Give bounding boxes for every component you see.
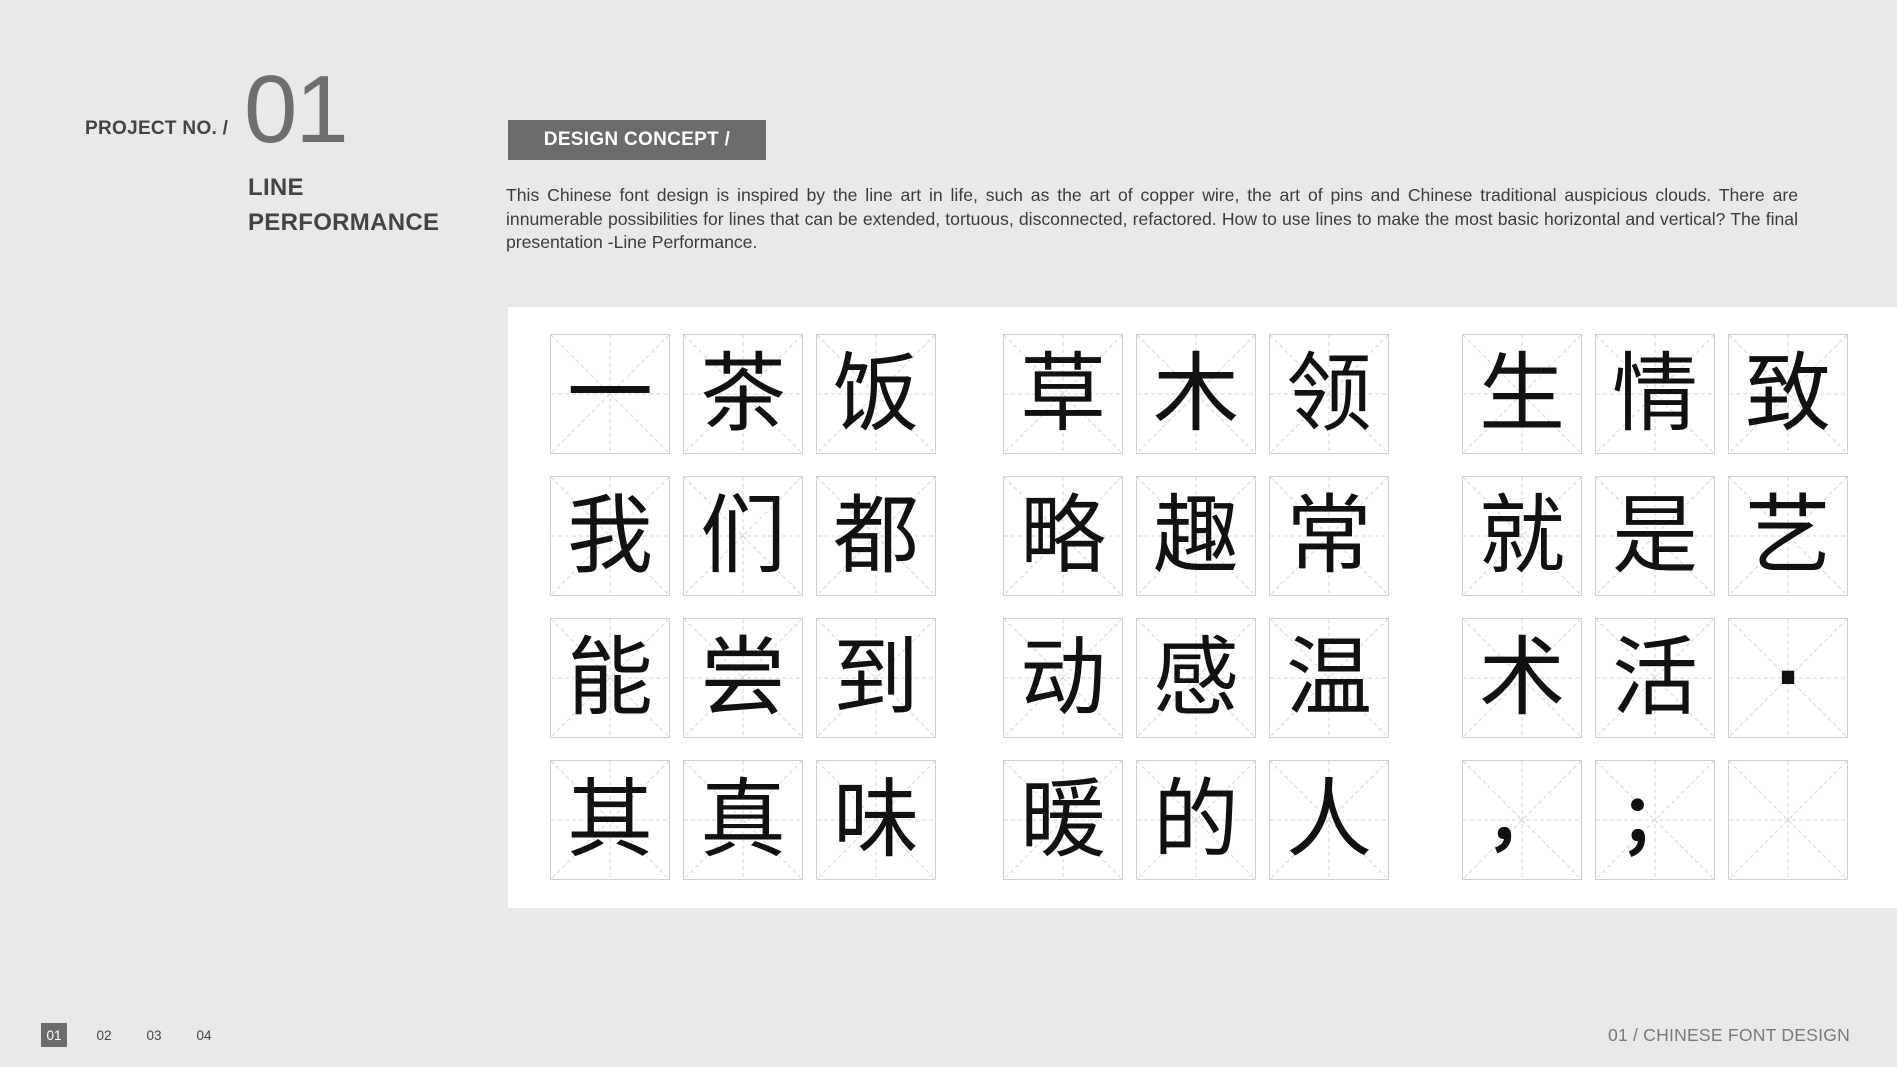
- glyph-character: 略: [1020, 486, 1106, 586]
- glyph-cell: ；: [1595, 760, 1715, 880]
- glyph-cell: 其: [550, 760, 670, 880]
- page-link-01[interactable]: 01: [41, 1023, 67, 1047]
- glyph-cell: 一: [550, 334, 670, 454]
- page-link-04[interactable]: 04: [191, 1023, 217, 1047]
- glyph-character: 饭: [833, 344, 919, 444]
- glyph-cell: 我: [550, 476, 670, 596]
- glyph-cell: 木: [1136, 334, 1256, 454]
- glyph-character: 木: [1153, 344, 1239, 444]
- glyph-character: 尝: [700, 628, 786, 728]
- glyph-cell: ，: [1462, 760, 1582, 880]
- pager: 01 02 03 04: [41, 1023, 241, 1047]
- glyph-character: 动: [1020, 628, 1106, 728]
- glyph-character: 是: [1612, 486, 1698, 586]
- glyph-character: 艺: [1745, 486, 1831, 586]
- project-title: LINE PERFORMANCE: [248, 170, 439, 240]
- glyph-cell: 温: [1269, 618, 1389, 738]
- glyph-character: 领: [1286, 344, 1372, 444]
- project-title-line1: LINE: [248, 174, 304, 201]
- glyph-character: 都: [833, 486, 919, 586]
- glyph-cell: 是: [1595, 476, 1715, 596]
- glyph-character: 真: [700, 770, 786, 870]
- glyph-cell: 动: [1003, 618, 1123, 738]
- glyph-cell: 艺: [1728, 476, 1848, 596]
- glyph-character: 茶: [700, 344, 786, 444]
- glyph-cell: 到: [816, 618, 936, 738]
- glyph-character: 温: [1286, 628, 1372, 728]
- glyph-character: 人: [1286, 770, 1372, 870]
- glyph-character: 就: [1479, 486, 1565, 586]
- glyph-cell: 味: [816, 760, 936, 880]
- glyph-character: 能: [567, 628, 653, 728]
- glyph-character: 生: [1479, 344, 1565, 444]
- glyph-cell: 们: [683, 476, 803, 596]
- glyph-cell: 活: [1595, 618, 1715, 738]
- glyph-cell: 生: [1462, 334, 1582, 454]
- glyph-cell: 的: [1136, 760, 1256, 880]
- glyph-cell: 情: [1595, 334, 1715, 454]
- glyph-character: 感: [1153, 628, 1239, 728]
- glyph-character: 其: [567, 770, 653, 870]
- glyph-character: 到: [833, 628, 919, 728]
- glyph-cell: 人: [1269, 760, 1389, 880]
- glyph-cell: [1728, 760, 1848, 880]
- glyph-cell: 常: [1269, 476, 1389, 596]
- project-title-line2: PERFORMANCE: [248, 209, 440, 236]
- design-concept-badge: DESIGN CONCEPT /: [508, 120, 766, 160]
- glyph-character: 味: [833, 770, 919, 870]
- page-link-03[interactable]: 03: [141, 1023, 167, 1047]
- glyph-character: ，: [1487, 779, 1557, 861]
- glyph-cell: 饭: [816, 334, 936, 454]
- glyph-cell: 致: [1728, 334, 1848, 454]
- glyph-cell: 术: [1462, 618, 1582, 738]
- glyph-character: 我: [567, 486, 653, 586]
- glyph-character: 术: [1479, 628, 1565, 728]
- glyph-character: [1729, 761, 1847, 879]
- glyph-character: ·: [1774, 637, 1802, 719]
- glyph-character: 情: [1612, 344, 1698, 444]
- glyph-cell: 趣: [1136, 476, 1256, 596]
- glyph-cell: 真: [683, 760, 803, 880]
- glyph-character: 趣: [1153, 486, 1239, 586]
- glyph-cell: 尝: [683, 618, 803, 738]
- glyph-cell: 暖: [1003, 760, 1123, 880]
- glyph-cell: 感: [1136, 618, 1256, 738]
- glyph-character: 们: [700, 486, 786, 586]
- glyph-character: 致: [1745, 344, 1831, 444]
- glyph-cell: 领: [1269, 334, 1389, 454]
- glyph-cell: 略: [1003, 476, 1123, 596]
- design-concept-text: This Chinese font design is inspired by …: [506, 185, 1798, 252]
- page-link-02[interactable]: 02: [91, 1023, 117, 1047]
- glyph-character: 常: [1286, 486, 1372, 586]
- glyph-character: ；: [1620, 779, 1690, 861]
- glyph-cell: ·: [1728, 618, 1848, 738]
- project-number: 01: [244, 56, 349, 163]
- glyph-panel: 一茶饭 草木领 生情致我们都 略趣常 就是艺能尝到 动感温 术活 · 其真味 暖的人 ， ；: [508, 307, 1897, 908]
- footer-title: 01 / CHINESE FONT DESIGN: [1607, 1025, 1850, 1045]
- glyph-character: 一: [567, 344, 653, 444]
- glyph-character: 草: [1020, 344, 1106, 444]
- glyph-character: 活: [1612, 628, 1698, 728]
- glyph-cell: 茶: [683, 334, 803, 454]
- glyph-cell: 草: [1003, 334, 1123, 454]
- glyph-character: 的: [1153, 770, 1239, 870]
- project-number-label: PROJECT NO. /: [85, 118, 229, 139]
- glyph-cell: 能: [550, 618, 670, 738]
- glyph-character: 暖: [1020, 770, 1106, 870]
- glyph-cell: 都: [816, 476, 936, 596]
- glyph-cell: 就: [1462, 476, 1582, 596]
